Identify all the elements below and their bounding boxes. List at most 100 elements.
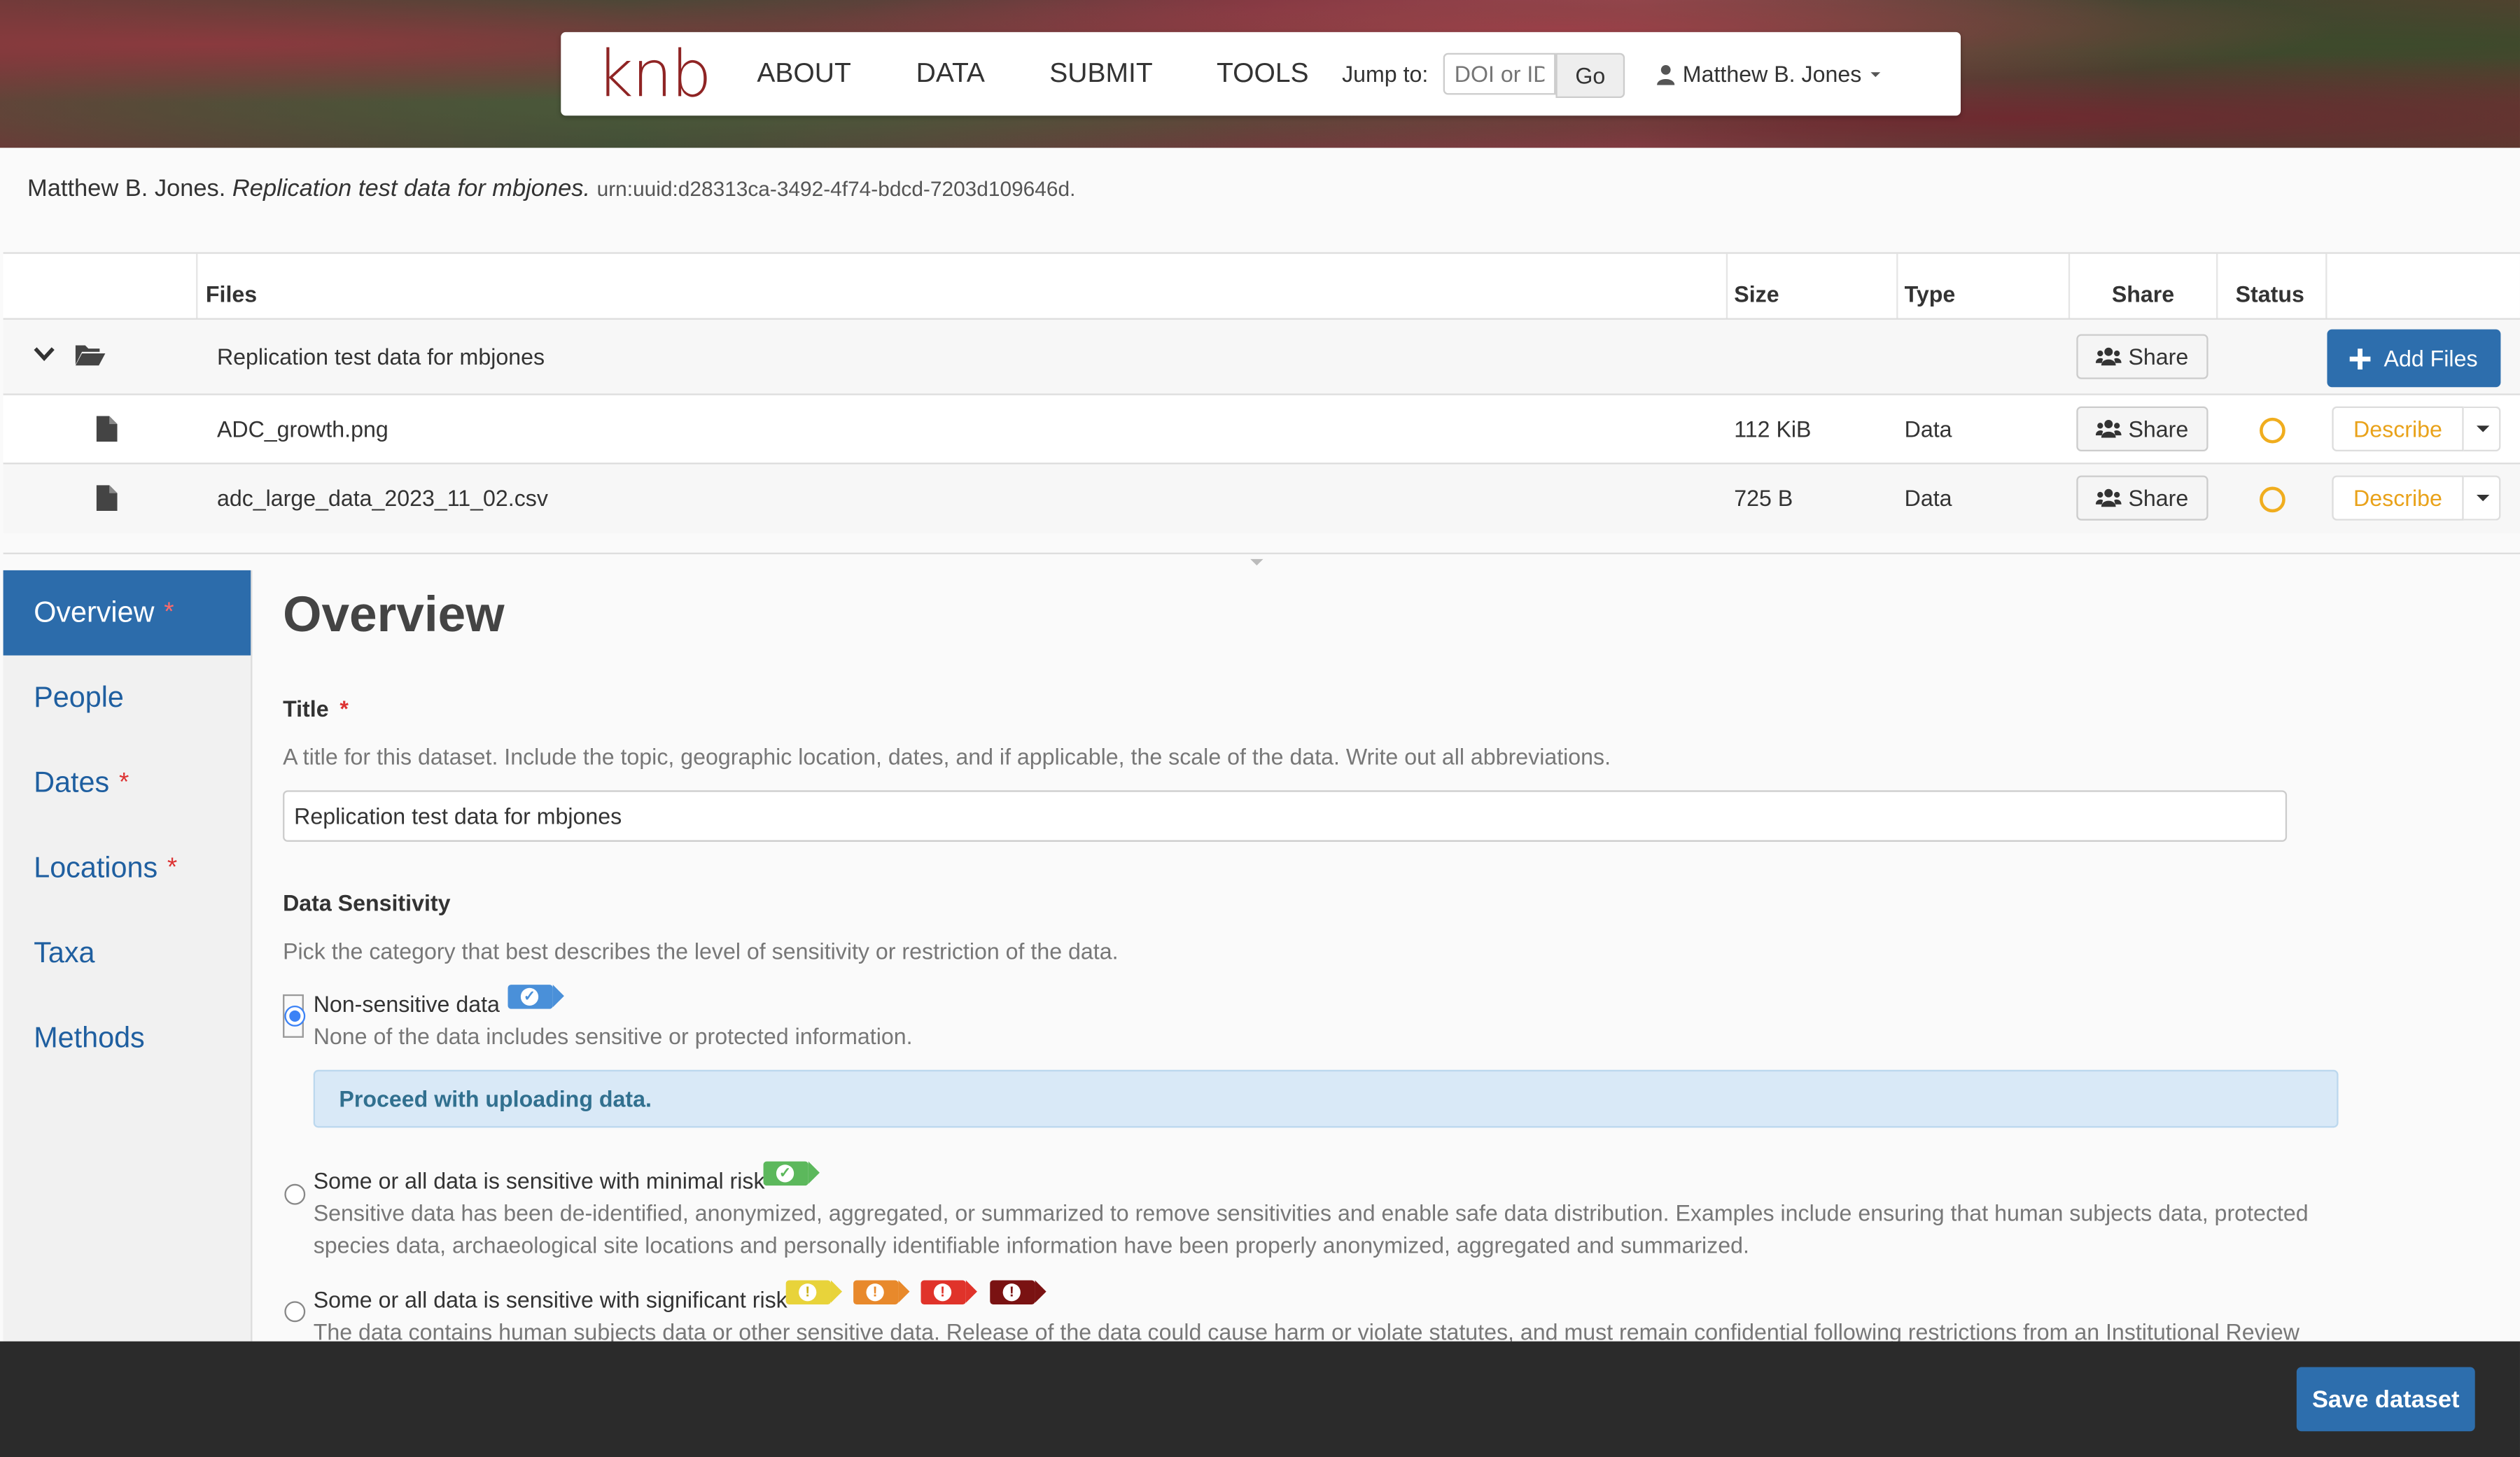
share-label: Share bbox=[2128, 416, 2189, 442]
user-name: Matthew B. Jones bbox=[1682, 61, 1862, 87]
column-divider bbox=[196, 253, 198, 318]
editor-sidebar: Overview * People Dates * Locations * Ta… bbox=[3, 570, 253, 1342]
folder-open-icon bbox=[75, 345, 106, 366]
exclamation-icon: ! bbox=[799, 1283, 817, 1302]
tag-darkred-alert-icon: ! bbox=[990, 1280, 1046, 1304]
sidebar-item-methods[interactable]: Methods bbox=[4, 996, 251, 1081]
save-dataset-button[interactable]: Save dataset bbox=[2296, 1367, 2475, 1432]
radio-non-sensitive[interactable] bbox=[284, 1005, 306, 1027]
sidebar-item-label: Taxa bbox=[34, 936, 95, 969]
file-name[interactable]: adc_large_data_2023_11_02.csv bbox=[217, 485, 548, 511]
add-files-button[interactable]: Add Files bbox=[2327, 329, 2501, 388]
package-name[interactable]: Replication test data for mbjones bbox=[217, 344, 545, 369]
option-title[interactable]: Non-sensitive data bbox=[314, 991, 500, 1017]
citation-title: Replication test data for mbjones. bbox=[232, 175, 591, 203]
share-label: Share bbox=[2128, 344, 2189, 369]
plus-icon bbox=[2350, 347, 2372, 369]
status-incomplete-icon bbox=[2260, 486, 2286, 513]
proceed-alert: Proceed with uploading data. bbox=[313, 1069, 2339, 1128]
top-navbar: knb ABOUT DATA SUBMIT TOOLS Jump to: Go … bbox=[561, 31, 1961, 116]
exclamation-icon: ! bbox=[933, 1283, 952, 1302]
caret-down-icon bbox=[1250, 558, 1264, 566]
exclamation-icon: ! bbox=[866, 1283, 884, 1302]
required-marker: * bbox=[340, 695, 349, 722]
file-icon bbox=[96, 416, 118, 442]
caret-down-icon bbox=[2475, 495, 2489, 502]
doi-search-input[interactable] bbox=[1443, 52, 1556, 95]
users-icon bbox=[2096, 347, 2122, 366]
column-divider bbox=[2216, 253, 2218, 318]
describe-dropdown-toggle[interactable] bbox=[2463, 406, 2501, 452]
title-input[interactable] bbox=[283, 790, 2288, 842]
file-size: 112 KiB bbox=[1734, 416, 1812, 442]
tag-green-check-icon: ✓ bbox=[763, 1161, 820, 1186]
describe-button[interactable]: Describe bbox=[2332, 475, 2464, 521]
describe-button[interactable]: Describe bbox=[2332, 406, 2464, 452]
required-marker: * bbox=[118, 768, 130, 796]
status-incomplete-icon bbox=[2260, 417, 2286, 444]
caret-down-icon bbox=[2475, 425, 2489, 432]
user-icon bbox=[1657, 64, 1675, 85]
share-label: Share bbox=[2128, 485, 2189, 511]
describe-dropdown-toggle[interactable] bbox=[2463, 475, 2501, 521]
data-sensitivity-label: Data Sensitivity bbox=[283, 889, 451, 916]
required-marker: * bbox=[164, 598, 174, 626]
package-row: Replication test data for mbjones Share … bbox=[3, 318, 2520, 395]
sidebar-item-label: Overview bbox=[34, 596, 155, 628]
caret-down-icon bbox=[1871, 71, 1881, 77]
option-title[interactable]: Some or all data is sensitive with minim… bbox=[314, 1168, 765, 1194]
sidebar-item-dates[interactable]: Dates * bbox=[4, 740, 251, 826]
header-banner: knb ABOUT DATA SUBMIT TOOLS Jump to: Go … bbox=[0, 0, 2520, 148]
table-row: adc_large_data_2023_11_02.csv 725 B Data… bbox=[3, 463, 2520, 534]
nav-about[interactable]: ABOUT bbox=[757, 58, 850, 90]
package-share-button[interactable]: Share bbox=[2076, 334, 2208, 379]
column-divider bbox=[1726, 253, 1728, 318]
column-divider bbox=[2068, 253, 2071, 318]
file-size: 725 B bbox=[1734, 485, 1793, 511]
option-description: None of the data includes sensitive or p… bbox=[313, 1023, 913, 1049]
data-sensitivity-help: Pick the category that best describes th… bbox=[283, 938, 1119, 964]
jump-to-label: Jump to: bbox=[1342, 61, 1429, 87]
column-header-share: Share bbox=[2111, 281, 2175, 307]
files-table: Files Size Type Share Status Replication… bbox=[3, 252, 2520, 534]
sidebar-item-taxa[interactable]: Taxa bbox=[4, 911, 251, 997]
file-share-button[interactable]: Share bbox=[2076, 406, 2208, 452]
users-icon bbox=[2096, 488, 2122, 507]
tag-yellow-alert-icon: ! bbox=[785, 1280, 843, 1304]
file-icon bbox=[96, 485, 118, 511]
sidebar-item-overview[interactable]: Overview * bbox=[3, 570, 251, 656]
user-menu[interactable]: Matthew B. Jones bbox=[1657, 61, 1881, 87]
dataset-citation: Matthew B. Jones. Replication test data … bbox=[27, 175, 1075, 202]
citation-author: Matthew B. Jones. bbox=[27, 175, 226, 203]
nav-data[interactable]: DATA bbox=[916, 58, 985, 90]
nav-tools[interactable]: TOOLS bbox=[1217, 58, 1309, 90]
sidebar-item-people[interactable]: People bbox=[4, 656, 251, 741]
check-icon: ✓ bbox=[520, 987, 539, 1006]
resize-handle[interactable] bbox=[3, 552, 2520, 570]
tag-blue-check-icon: ✓ bbox=[507, 985, 564, 1009]
title-label: Title * bbox=[283, 696, 349, 722]
column-header-status: Status bbox=[2235, 281, 2304, 307]
sidebar-item-label: Locations bbox=[34, 851, 158, 884]
users-icon bbox=[2096, 420, 2122, 438]
radio-significant-risk[interactable] bbox=[284, 1301, 306, 1323]
chevron-down-icon[interactable] bbox=[34, 347, 55, 362]
sidebar-item-label: People bbox=[34, 681, 124, 714]
check-icon: ✓ bbox=[776, 1164, 794, 1183]
sidebar-item-locations[interactable]: Locations * bbox=[4, 826, 251, 911]
column-header-type: Type bbox=[1904, 281, 1956, 307]
option-title[interactable]: Some or all data is sensitive with signi… bbox=[314, 1287, 788, 1313]
exclamation-icon: ! bbox=[1002, 1283, 1021, 1302]
option-description: Sensitive data has been de-identified, a… bbox=[313, 1199, 2309, 1258]
file-share-button[interactable]: Share bbox=[2076, 475, 2208, 521]
file-name[interactable]: ADC_growth.png bbox=[217, 416, 388, 442]
file-type: Data bbox=[1904, 485, 1952, 511]
title-help-text: A title for this dataset. Include the to… bbox=[283, 743, 1611, 770]
column-header-size: Size bbox=[1734, 281, 1779, 307]
go-button[interactable]: Go bbox=[1555, 52, 1625, 99]
citation-urn: urn:uuid:d28313ca-3492-4f74-bdcd-7203d10… bbox=[596, 176, 1076, 201]
nav-submit[interactable]: SUBMIT bbox=[1049, 58, 1152, 90]
knb-logo[interactable]: knb bbox=[596, 38, 712, 113]
radio-minimal-risk[interactable] bbox=[284, 1183, 306, 1205]
required-marker: * bbox=[167, 854, 178, 882]
